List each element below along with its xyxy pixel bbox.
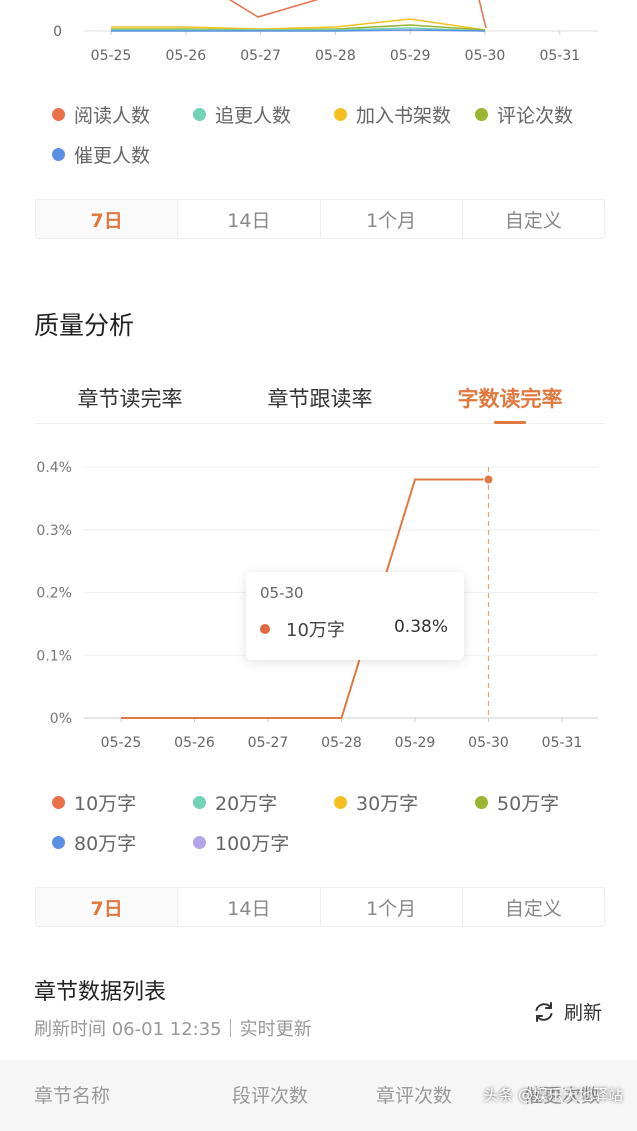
legend-dot-icon xyxy=(52,107,65,121)
main-chart-x-tick-label: 05-27 xyxy=(248,735,289,751)
legend-dot-icon xyxy=(475,107,488,121)
top-range-selector: 7日 14日 1个月 自定义 xyxy=(35,199,605,239)
top-chart-legend-item[interactable]: 阅读人数 xyxy=(52,94,193,134)
legend-dot-icon xyxy=(193,795,206,809)
quality-tab[interactable]: 字数读完率 xyxy=(415,370,605,423)
quality-tab[interactable]: 章节读完率 xyxy=(35,370,225,423)
top-chart-x-tick-label: 05-27 xyxy=(240,48,281,64)
top-chart-legend-item[interactable]: 评论次数 xyxy=(475,94,616,134)
legend-dot-icon xyxy=(193,107,206,121)
word-chart-legend: 10万字 20万字 30万字 50万字 80万字 100万字 xyxy=(52,782,617,862)
tooltip-date: 05-30 xyxy=(260,584,304,602)
main-chart-x-tick-label: 05-28 xyxy=(321,735,362,751)
top-chart-legend: 阅读人数 追更人数 加入书架数 评论次数催更人数 xyxy=(52,94,617,174)
chart-tooltip: 05-30 10万字 0.38% xyxy=(246,572,464,660)
main-chart-x-tick-label: 05-31 xyxy=(542,735,583,751)
legend-label: 20万字 xyxy=(215,792,278,815)
quality-tab[interactable]: 章节跟读率 xyxy=(225,370,415,423)
legend-label: 加入书架数 xyxy=(356,104,452,127)
legend-label: 50万字 xyxy=(497,792,560,815)
main-chart-y-tick-label: 0% xyxy=(50,711,72,727)
column-chapter-name[interactable]: 章节名称 xyxy=(34,1081,110,1108)
bottom-range-selector: 7日 14日 1个月 自定义 xyxy=(35,887,605,927)
legend-label: 阅读人数 xyxy=(74,104,151,127)
tooltip-series-name: 10万字 xyxy=(286,620,345,641)
top-chart: 05-25 05-26 05-27 05-28 05-29 05-30 05-31 0 xyxy=(53,0,598,64)
range-option[interactable]: 14日 xyxy=(177,200,319,238)
main-chart-x-tick-label: 05-25 xyxy=(101,735,142,751)
legend-dot-icon xyxy=(52,795,65,809)
word-chart-legend-item[interactable]: 50万字 xyxy=(475,782,616,822)
refresh-time: 刷新时间 06-01 12:35｜实时更新 xyxy=(34,1019,312,1040)
range-option[interactable]: 自定义 xyxy=(461,200,604,238)
main-chart-y-tick-label: 0.2% xyxy=(36,586,72,602)
main-chart-x-tick-label: 05-30 xyxy=(468,735,509,751)
legend-dot-icon xyxy=(52,147,65,161)
top-chart-y-tick-label: 0 xyxy=(53,24,62,40)
main-chart-y-tick-label: 0.1% xyxy=(36,648,72,664)
word-chart-legend-item[interactable]: 20万字 xyxy=(193,782,334,822)
legend-label: 30万字 xyxy=(356,792,419,815)
column-chapter-comments[interactable]: 章评次数 xyxy=(376,1081,452,1108)
top-chart-x-tick-label: 05-25 xyxy=(91,48,132,64)
range-option[interactable]: 7日 xyxy=(36,888,178,926)
watermark: 头条 @娱乐天地驿站 xyxy=(483,1086,623,1104)
legend-label: 80万字 xyxy=(74,832,137,855)
legend-dot-icon xyxy=(475,795,488,809)
quality-tabs: 章节读完率 章节跟读率 字数读完率 xyxy=(35,370,605,424)
word-chart-legend-item[interactable]: 100万字 xyxy=(193,822,334,862)
range-option[interactable]: 1个月 xyxy=(319,200,462,238)
main-chart-y-tick-label: 0.4% xyxy=(36,460,72,476)
range-option[interactable]: 14日 xyxy=(177,888,319,926)
top-chart-x-tick-label: 05-30 xyxy=(465,48,506,64)
top-chart-x-tick-label: 05-29 xyxy=(390,48,431,64)
legend-label: 评论次数 xyxy=(497,104,574,127)
legend-label: 100万字 xyxy=(215,832,290,855)
legend-dot-icon xyxy=(334,107,347,121)
tooltip-series-dot xyxy=(260,624,270,634)
quality-title: 质量分析 xyxy=(34,311,135,340)
range-option[interactable]: 1个月 xyxy=(319,888,462,926)
top-chart-legend-item[interactable]: 催更人数 xyxy=(52,134,193,174)
refresh-button[interactable]: 刷新 xyxy=(532,998,602,1025)
legend-dot-icon xyxy=(334,795,347,809)
series-highlight-point[interactable] xyxy=(483,474,494,485)
column-paragraph-comments[interactable]: 段评次数 xyxy=(232,1081,308,1108)
legend-label: 追更人数 xyxy=(215,104,292,127)
top-series-line xyxy=(228,0,319,18)
range-option[interactable]: 7日 xyxy=(36,200,178,238)
word-chart-legend-item[interactable]: 30万字 xyxy=(334,782,475,822)
top-chart-legend-item[interactable]: 追更人数 xyxy=(193,94,334,134)
main-chart-x-tick-label: 05-29 xyxy=(395,735,436,751)
main-chart-y-tick-label: 0.3% xyxy=(36,523,72,539)
main-chart-x-tick-label: 05-26 xyxy=(174,735,215,751)
legend-label: 催更人数 xyxy=(74,144,151,167)
legend-label: 10万字 xyxy=(74,792,137,815)
top-series-line xyxy=(478,0,487,29)
refresh-label: 刷新 xyxy=(564,1002,603,1024)
range-option[interactable]: 自定义 xyxy=(461,888,604,926)
tooltip-value: 0.38% xyxy=(393,617,448,637)
top-chart-x-tick-label: 05-31 xyxy=(539,48,580,64)
refresh-icon xyxy=(535,1001,553,1022)
chapter-list-title: 章节数据列表 xyxy=(34,980,167,1005)
legend-dot-icon xyxy=(193,835,206,849)
legend-dot-icon xyxy=(52,835,65,849)
top-chart-legend-item[interactable]: 加入书架数 xyxy=(334,94,475,134)
top-chart-x-tick-label: 05-26 xyxy=(165,48,206,64)
word-chart-legend-item[interactable]: 80万字 xyxy=(52,822,193,862)
top-chart-x-tick-label: 05-28 xyxy=(315,48,356,64)
word-chart-legend-item[interactable]: 10万字 xyxy=(52,782,193,822)
